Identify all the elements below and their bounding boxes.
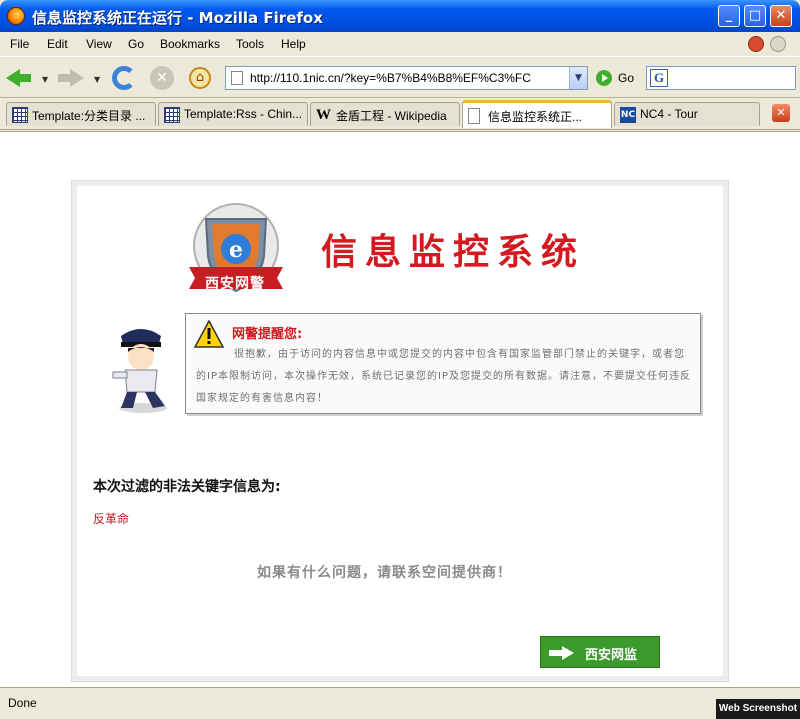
- maximize-button[interactable]: □: [744, 5, 766, 27]
- notice-body: 很抱歉，由于访问的内容信息中或您提交的内容中包含有国家监管部门禁止的关键字，或者…: [196, 349, 691, 404]
- menu-go[interactable]: Go: [128, 37, 144, 51]
- navigation-toolbar: ▼ ▼ ✕ ⌂ http://110.1nic.cn/?key=%B7%B4%B…: [0, 56, 800, 98]
- close-window-button[interactable]: ✕: [770, 5, 792, 27]
- home-button[interactable]: ⌂: [186, 65, 214, 91]
- watermark-label: Web Screenshot: [716, 699, 800, 719]
- nc4-icon: NC: [620, 107, 636, 123]
- tab-template-rss[interactable]: Template:Rss - Chin...: [158, 102, 308, 126]
- tab-template-category[interactable]: Template:分类目录 ...: [6, 102, 156, 126]
- back-dropdown-icon[interactable]: ▼: [42, 75, 48, 84]
- go-arrow-icon: [596, 70, 612, 86]
- minimize-button[interactable]: _: [718, 5, 740, 27]
- status-bar: Done: [0, 687, 800, 719]
- menu-view[interactable]: View: [86, 37, 112, 51]
- menu-tools[interactable]: Tools: [236, 37, 264, 51]
- wiki-template-icon: [12, 107, 28, 123]
- menu-file[interactable]: File: [10, 37, 29, 51]
- page-content: e 西安网警 信息监控系统 网警提醒您: 很抱歉，由于访问的内容信息中或您提交的…: [0, 131, 800, 687]
- google-search-icon[interactable]: G: [650, 69, 668, 87]
- warning-panel: e 西安网警 信息监控系统 网警提醒您: 很抱歉，由于访问的内容信息中或您提交的…: [72, 181, 728, 681]
- home-icon: ⌂: [189, 67, 211, 89]
- back-button[interactable]: [6, 65, 34, 91]
- reload-button[interactable]: [110, 65, 138, 91]
- tab-label: Template:分类目录 ...: [32, 109, 146, 123]
- status-text: Done: [8, 696, 37, 710]
- menu-edit[interactable]: Edit: [47, 37, 68, 51]
- window-title-bar[interactable]: 信息监控系统正在运行 - Mozilla Firefox _ □ ✕: [0, 0, 800, 32]
- tab-monitoring-system-active[interactable]: 信息监控系统正...: [462, 100, 612, 128]
- page-icon: [231, 71, 243, 85]
- close-tab-button[interactable]: ✕: [772, 104, 790, 122]
- wiki-template-icon: [164, 107, 180, 123]
- go-button[interactable]: Go: [596, 69, 640, 87]
- go-label: Go: [618, 71, 635, 85]
- forward-button[interactable]: [58, 65, 86, 91]
- firefox-logo-icon: [7, 7, 25, 25]
- cartoon-police-officer-icon: [112, 329, 167, 413]
- wikipedia-icon: W: [316, 107, 331, 123]
- reload-icon: [112, 66, 136, 90]
- notice-title: 网警提醒您:: [232, 327, 303, 342]
- stop-button[interactable]: ✕: [148, 65, 176, 91]
- svg-text:e: e: [229, 237, 243, 263]
- button-label: 西安网监: [585, 648, 638, 663]
- xian-net-police-button[interactable]: 西安网监: [540, 636, 660, 668]
- page-icon: [468, 108, 480, 124]
- tab-label: 信息监控系统正...: [488, 110, 583, 124]
- tab-label: NC4 - Tour: [640, 107, 698, 121]
- window-title: 信息监控系统正在运行 - Mozilla Firefox: [32, 9, 323, 27]
- system-title: 信息监控系统: [321, 232, 586, 273]
- menu-help[interactable]: Help: [281, 37, 306, 51]
- filtered-keyword: 反革命: [93, 512, 130, 526]
- tab-bar: Template:分类目录 ... Template:Rss - Chin...…: [0, 98, 800, 130]
- stop-icon: ✕: [150, 66, 174, 90]
- forward-dropdown-icon[interactable]: ▼: [94, 75, 100, 84]
- arrow-right-icon: [549, 646, 575, 660]
- search-input[interactable]: G: [646, 66, 796, 90]
- menu-bookmarks[interactable]: Bookmarks: [160, 37, 220, 51]
- tab-label: 金盾工程 - Wikipedia: [336, 109, 447, 123]
- url-dropdown-icon[interactable]: ▼: [569, 67, 587, 89]
- tab-label: Template:Rss - Chin...: [184, 107, 303, 121]
- tab-nc4-tour[interactable]: NC NC4 - Tour: [614, 102, 760, 126]
- tab-golden-shield-wikipedia[interactable]: W 金盾工程 - Wikipedia: [310, 102, 460, 126]
- url-bar[interactable]: http://110.1nic.cn/?key=%B7%B4%B8%EF%C3%…: [225, 66, 588, 90]
- url-text[interactable]: http://110.1nic.cn/?key=%B7%B4%B8%EF%C3%…: [250, 71, 531, 85]
- warning-notice-box: 网警提醒您: 很抱歉，由于访问的内容信息中或您提交的内容中包含有国家监管部门禁止…: [185, 313, 701, 414]
- stop-sign-icon: [748, 36, 764, 52]
- throbber-icon: [770, 36, 786, 52]
- menu-bar: File Edit View Go Bookmarks Tools Help: [0, 32, 800, 56]
- contact-provider-text: 如果有什么问题，请联系空间提供商！: [257, 565, 512, 581]
- badge-text: 西安网警: [205, 276, 265, 292]
- filtered-keyword-heading: 本次过滤的非法关键字信息为:: [93, 479, 281, 495]
